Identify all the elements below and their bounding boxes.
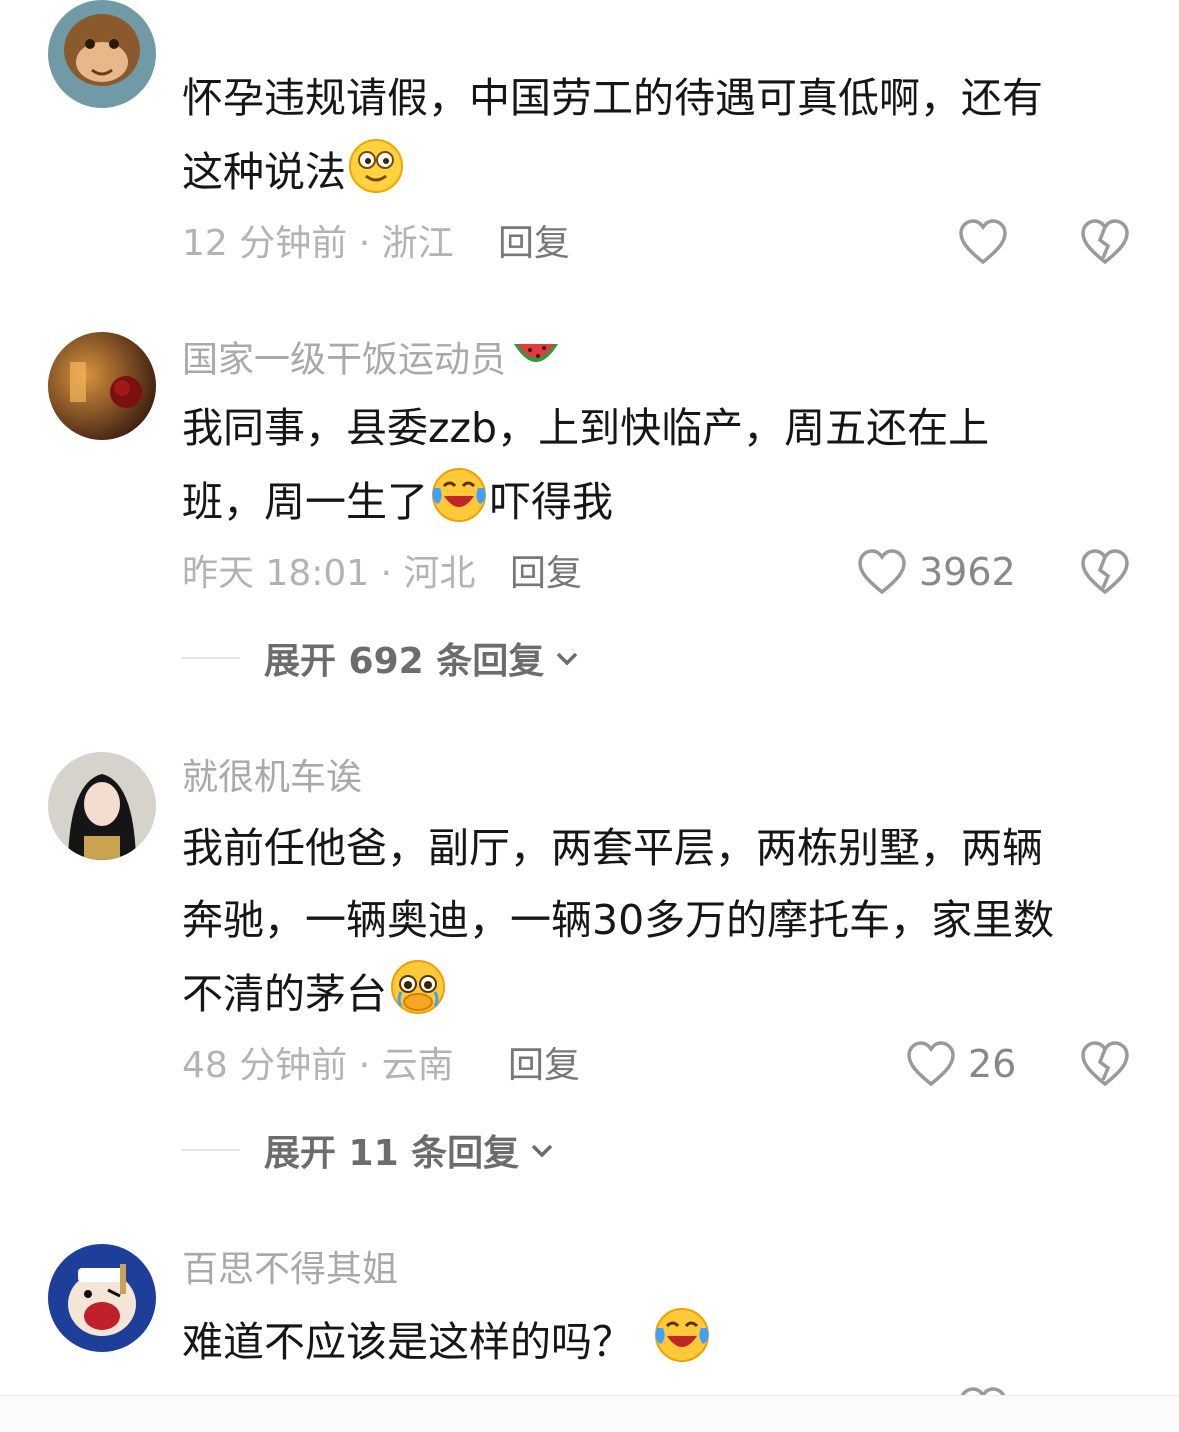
like-count: 3962 xyxy=(919,550,1016,594)
like-count: 26 xyxy=(968,1042,1017,1086)
comment-text: 我同事，县委zzb，上到快临产，周五还在上 班，周一生了 吓得我 xyxy=(182,392,1142,546)
dislike-button[interactable] xyxy=(1080,1040,1130,1092)
avatar-rose[interactable] xyxy=(48,332,156,440)
comment-meta: 昨天 18:01 · 河北 xyxy=(182,553,476,594)
expand-replies-button[interactable]: 展开 11 条回复 xyxy=(182,1124,557,1176)
broken-heart-icon xyxy=(1081,219,1129,265)
dislike-button[interactable] xyxy=(1080,218,1130,270)
avatar-woman[interactable] xyxy=(48,752,156,860)
like-button[interactable]: 3962 xyxy=(857,548,1016,596)
watermelon-emoji-icon xyxy=(512,336,560,387)
heart-outline-icon xyxy=(858,549,906,595)
heart-outline-icon xyxy=(959,219,1007,265)
username[interactable]: 国家一级干饭运动员 xyxy=(182,336,560,387)
like-button[interactable] xyxy=(958,218,1008,266)
expand-replies-button[interactable]: 展开 692 条回复 xyxy=(182,632,582,684)
broken-heart-icon xyxy=(1081,549,1129,595)
pleading-emoji-icon xyxy=(387,956,449,1038)
avatar-cartoon[interactable] xyxy=(48,1244,156,1352)
heart-outline-icon xyxy=(907,1041,955,1087)
chevron-down-icon xyxy=(556,652,578,666)
laugh-cry-emoji-icon xyxy=(651,1304,713,1386)
comment-meta: 12 分钟前 · 浙江 xyxy=(182,223,454,264)
divider-line xyxy=(182,1149,240,1151)
like-button[interactable]: 26 xyxy=(906,1040,1016,1088)
comment-text: 难道不应该是这样的吗？ xyxy=(182,1304,1142,1386)
dislike-button[interactable] xyxy=(1080,548,1130,600)
reply-button[interactable]: 回复 xyxy=(510,552,582,596)
bottom-input-bar[interactable] xyxy=(0,1395,1179,1432)
reply-button[interactable]: 回复 xyxy=(508,1044,580,1088)
chevron-down-icon xyxy=(531,1144,553,1158)
avatar-monkey[interactable] xyxy=(48,0,156,108)
username[interactable]: 百思不得其姐 xyxy=(182,1248,398,1292)
divider-line xyxy=(182,657,240,659)
comment-text: 我前任他爸，副厅，两套平层，两栋别墅，两辆 奔驰，一辆奥迪，一辆30多万的摩托车… xyxy=(182,812,1142,1038)
broken-heart-icon xyxy=(1081,1041,1129,1087)
username[interactable]: 就很机车诶 xyxy=(182,756,362,800)
reply-button[interactable]: 回复 xyxy=(498,222,570,266)
comment-text: 怀孕违规请假，中国劳工的待遇可真低啊，还有 这种说法 xyxy=(182,62,1142,216)
laugh-cry-emoji-icon xyxy=(428,464,490,546)
comment-meta: 48 分钟前 · 云南 xyxy=(182,1045,454,1086)
smile-emoji-icon xyxy=(346,134,406,216)
